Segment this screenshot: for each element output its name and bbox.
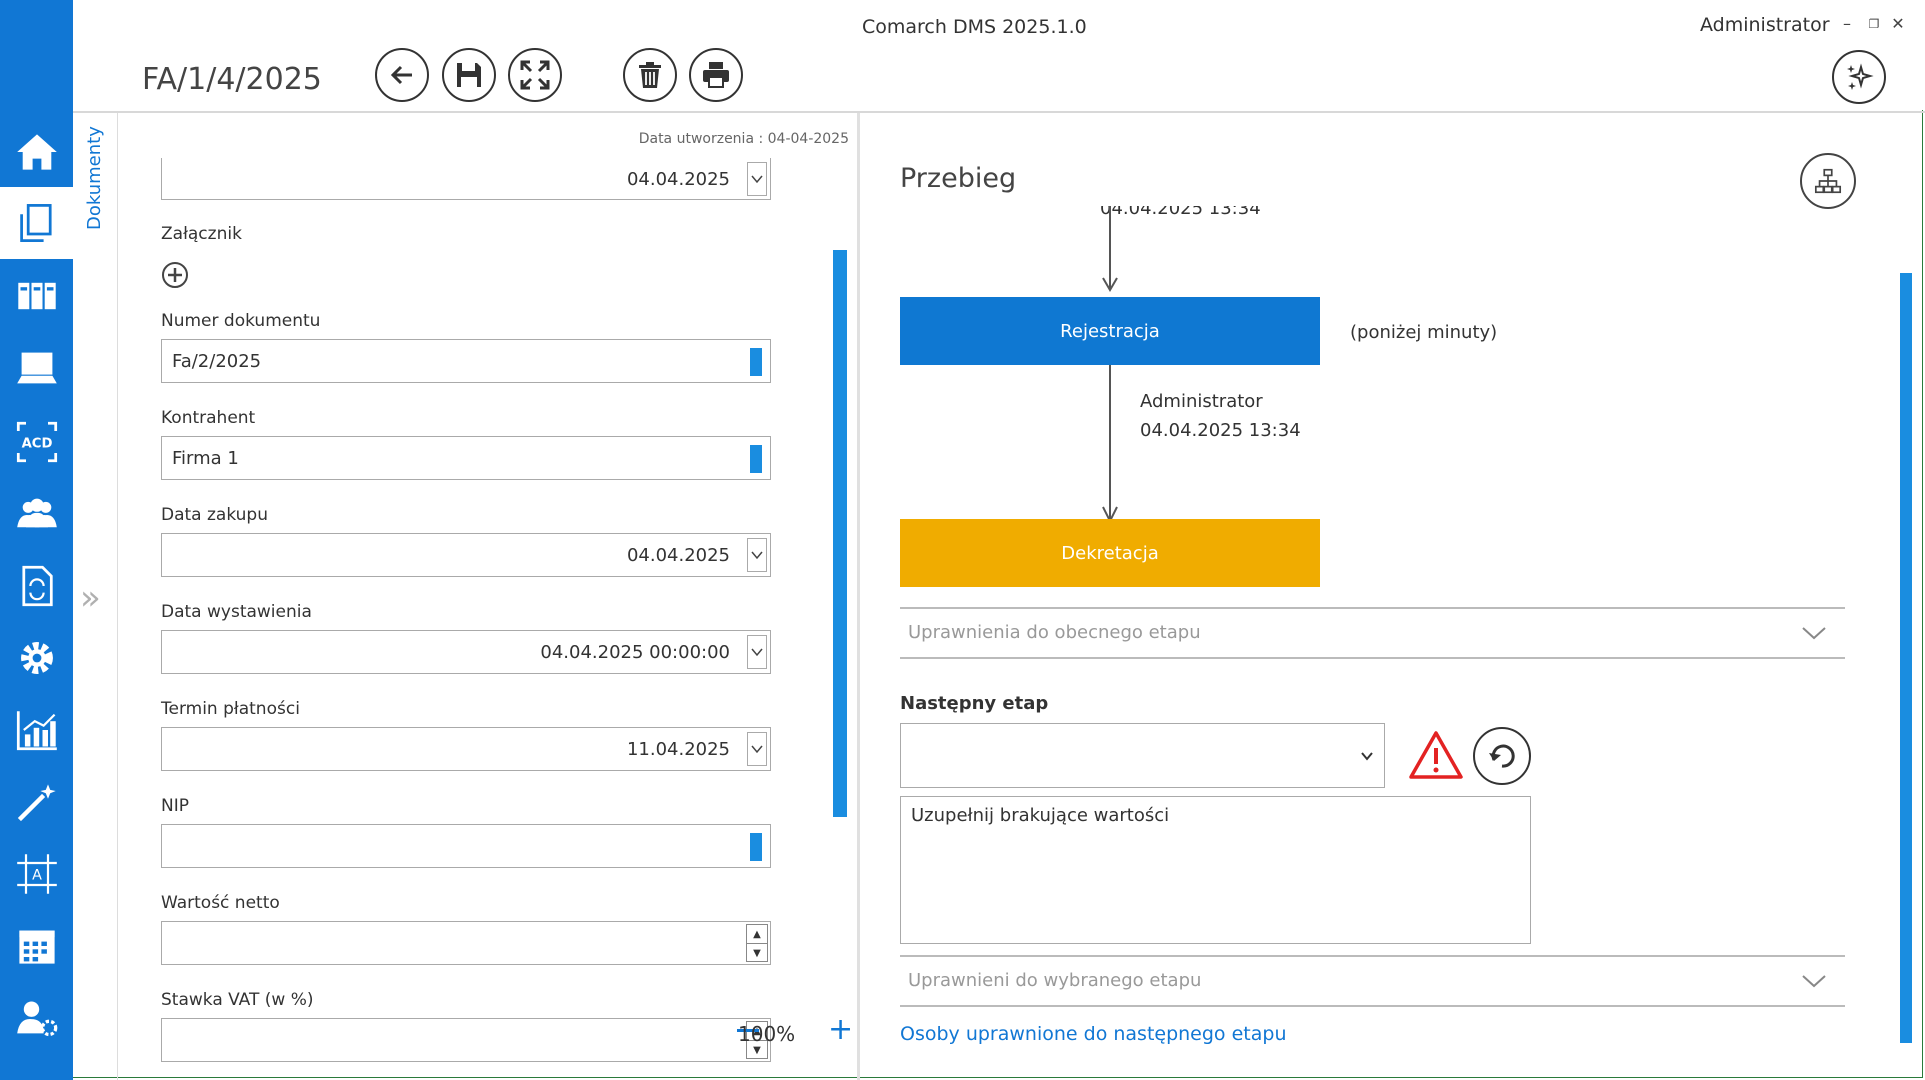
contractor-field[interactable]: Firma 1	[161, 436, 771, 480]
vat-rate-field[interactable]: ▲▼	[161, 1018, 771, 1062]
created-date: Data utworzenia : 04-04-2025	[638, 131, 849, 147]
required-marker	[750, 348, 762, 376]
add-attachment-icon[interactable]	[161, 261, 189, 289]
documents-icon[interactable]	[0, 187, 73, 259]
issue-date-label: Data wystawienia	[161, 602, 312, 622]
prev-date-clip: 04.04.2025 13:34	[900, 206, 1460, 226]
chevron-down-icon	[1802, 975, 1826, 988]
svg-text:A: A	[32, 868, 42, 884]
issue-date-field[interactable]: 04.04.2025 00:00:00	[161, 630, 771, 674]
vat-rate-label: Stawka VAT (w %)	[161, 990, 314, 1010]
chevron-down-icon[interactable]	[747, 635, 767, 669]
calendar-icon[interactable]	[0, 912, 73, 980]
document-sync-icon[interactable]	[0, 552, 73, 620]
user-name[interactable]: Administrator	[1700, 14, 1830, 36]
minimize-button[interactable]: –	[1838, 14, 1856, 33]
delete-button[interactable]	[623, 48, 677, 102]
back-icon	[390, 65, 412, 85]
doc-number-label: Numer dokumentu	[161, 311, 321, 331]
side-tab-documents[interactable]: Dokumenty	[84, 126, 105, 230]
required-marker	[750, 445, 762, 473]
undo-icon	[1489, 744, 1515, 768]
next-stage-label: Następny etap	[900, 693, 1049, 714]
doc-number-field[interactable]: Fa/2/2025	[161, 339, 771, 383]
net-value-field[interactable]: ▲ ▼	[161, 921, 771, 965]
chart-icon[interactable]	[0, 696, 73, 764]
stage-rejestracja[interactable]: Rejestracja	[900, 297, 1320, 365]
workflow-diagram-button[interactable]	[1800, 153, 1856, 209]
payment-date-label: Termin płatności	[161, 699, 300, 719]
chevron-down-icon[interactable]	[747, 732, 767, 766]
user-settings-icon[interactable]	[0, 984, 73, 1052]
nip-field[interactable]	[161, 824, 771, 868]
contractor-label: Kontrahent	[161, 408, 256, 428]
workflow-panel: Przebieg 04.04.2025 13:34 Rejestracja (p…	[860, 113, 1925, 1080]
workflow-title: Przebieg	[900, 163, 1017, 194]
gear-icon[interactable]	[0, 624, 73, 692]
stage-dekretacja[interactable]: Dekretacja	[900, 519, 1320, 587]
chevron-down-icon[interactable]	[747, 538, 767, 572]
stage-duration: (poniżej minuty)	[1350, 322, 1498, 343]
current-permissions-section[interactable]: Uprawnienia do obecnego etapu	[900, 607, 1845, 659]
fullscreen-icon	[520, 60, 550, 90]
attachment-label: Załącznik	[161, 224, 242, 244]
acd-icon[interactable]: ACD	[0, 408, 73, 476]
svg-text:ACD: ACD	[21, 437, 52, 452]
warning-icon	[1409, 731, 1463, 779]
close-button[interactable]: ✕	[1889, 14, 1907, 33]
selected-permissions-section[interactable]: Uprawnieni do wybranego etapu	[900, 955, 1845, 1007]
home-icon[interactable]	[0, 118, 73, 186]
delete-icon	[639, 62, 661, 88]
top-date-field[interactable]: 04.04.2025	[161, 158, 771, 200]
back-button[interactable]	[375, 48, 429, 102]
purchase-date-field[interactable]: 04.04.2025	[161, 533, 771, 577]
print-icon	[703, 62, 729, 88]
next-stage-users-link[interactable]: Osoby uprawnione do następnego etapu	[900, 1023, 1287, 1045]
fullscreen-button[interactable]	[508, 48, 562, 102]
chevron-down-icon[interactable]	[747, 162, 767, 196]
zoom-level: 100%	[738, 1022, 796, 1046]
ai-assistant-button[interactable]	[1832, 50, 1886, 104]
template-icon[interactable]: A	[0, 840, 73, 908]
document-form: Data utworzenia : 04-04-2025 04.04.2025 …	[118, 113, 857, 1080]
save-icon	[457, 63, 481, 87]
magic-wand-icon[interactable]	[0, 768, 73, 836]
next-stage-select[interactable]	[900, 723, 1385, 788]
required-marker	[750, 833, 762, 861]
flow-arrow-next	[1102, 365, 1118, 524]
users-icon[interactable]	[0, 480, 73, 548]
expand-panel-icon[interactable]: »	[80, 578, 101, 618]
workflow-scrollbar[interactable]	[1900, 273, 1912, 1043]
sparkles-icon	[1847, 63, 1874, 90]
app-title: Comarch DMS 2025.1.0	[862, 16, 1087, 38]
purchase-date-label: Data zakupu	[161, 505, 268, 525]
restore-button[interactable]: ❐	[1865, 17, 1883, 31]
payment-date-field[interactable]: 11.04.2025	[161, 727, 771, 771]
hierarchy-icon	[1814, 168, 1842, 194]
zoom-in-button[interactable]: +	[828, 1015, 853, 1045]
prev-stage-date: 04.04.2025 13:34	[1100, 206, 1261, 219]
stage-date: 04.04.2025 13:34	[1140, 420, 1301, 441]
undo-button[interactable]	[1473, 727, 1531, 785]
workstation-icon[interactable]	[0, 334, 73, 402]
net-value-label: Wartość netto	[161, 893, 280, 913]
document-title: FA/1/4/2025	[142, 62, 322, 97]
nip-label: NIP	[161, 796, 189, 816]
message-box[interactable]: Uzupełnij brakujące wartości	[900, 796, 1531, 944]
stage-user: Administrator	[1140, 391, 1263, 412]
binders-icon[interactable]	[0, 262, 73, 330]
net-value-stepper[interactable]: ▲ ▼	[746, 924, 768, 962]
save-button[interactable]	[442, 48, 496, 102]
print-button[interactable]	[689, 48, 743, 102]
form-scrollbar[interactable]	[833, 250, 847, 817]
main-nav: ACD A	[0, 0, 73, 1080]
chevron-down-icon	[1361, 752, 1373, 761]
chevron-down-icon	[1802, 627, 1826, 640]
